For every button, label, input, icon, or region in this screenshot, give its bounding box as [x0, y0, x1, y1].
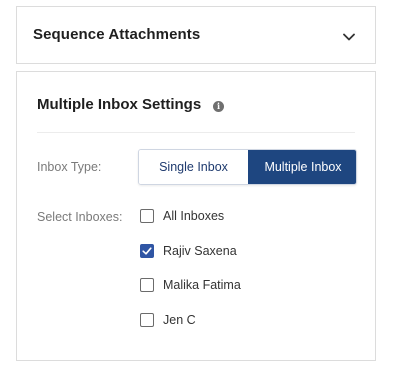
divider	[37, 132, 355, 133]
checkbox[interactable]	[140, 209, 154, 223]
multiple-inbox-button[interactable]: Multiple Inbox	[248, 150, 356, 184]
checkbox-label: Rajiv Saxena	[163, 244, 237, 258]
inbox-option-rajiv-saxena[interactable]: Rajiv Saxena	[140, 243, 237, 259]
checkmark-icon	[142, 247, 152, 255]
settings-title: Multiple Inbox Settings	[37, 96, 202, 113]
inbox-type-toggle: Single Inbox Multiple Inbox	[138, 149, 357, 185]
select-inboxes-label: Select Inboxes:	[37, 210, 123, 224]
sequence-attachments-accordion[interactable]: Sequence Attachments	[16, 6, 376, 64]
inbox-option-jen-c[interactable]: Jen C	[140, 312, 196, 328]
checkbox-label: Jen C	[163, 313, 196, 327]
info-icon[interactable]: i	[213, 101, 224, 112]
chevron-down-icon[interactable]	[343, 28, 355, 41]
single-inbox-button[interactable]: Single Inbox	[139, 150, 248, 184]
checkbox-label: All Inboxes	[163, 209, 225, 223]
inbox-option-malika-fatima[interactable]: Malika Fatima	[140, 277, 241, 293]
inbox-option-all-inboxes[interactable]: All Inboxes	[140, 208, 224, 224]
checkbox-checked[interactable]	[140, 244, 154, 258]
checkbox[interactable]	[140, 278, 154, 292]
inbox-type-label: Inbox Type:	[37, 160, 102, 174]
checkbox[interactable]	[140, 313, 154, 327]
page: Sequence Attachments Multiple Inbox Sett…	[0, 0, 410, 382]
multiple-inbox-settings-card: Multiple Inbox Settings i Inbox Type: Si…	[16, 71, 376, 361]
accordion-title: Sequence Attachments	[33, 26, 201, 43]
checkbox-label: Malika Fatima	[163, 278, 241, 292]
